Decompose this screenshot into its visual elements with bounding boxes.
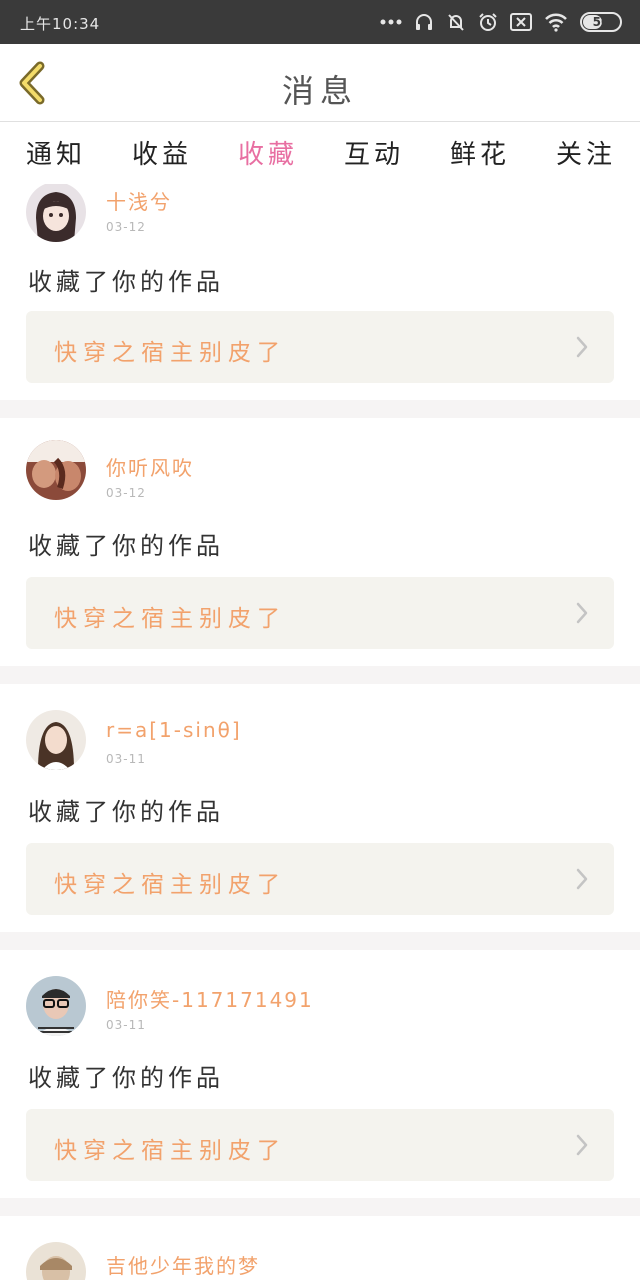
avatar[interactable] [26, 976, 86, 1036]
notification-card: r=a[1-sinθ] 03-11 收藏了你的作品 快穿之宿主别皮了 [0, 684, 640, 932]
avatar[interactable] [26, 440, 86, 500]
work-link[interactable]: 快穿之宿主别皮了 [26, 1109, 614, 1181]
chevron-right-icon [576, 1134, 588, 1156]
tab-favorites-label: 收藏 [237, 140, 298, 170]
notification-card: 吉他少年我的梦 [0, 1216, 640, 1280]
tab-earnings[interactable]: 收益 [122, 134, 202, 174]
post-date: 03-12 [106, 486, 146, 500]
avatar[interactable] [26, 710, 86, 770]
avatar[interactable] [26, 184, 86, 242]
tab-favorites[interactable]: 收藏 [228, 134, 308, 190]
action-text: 收藏了你的作品 [28, 798, 224, 826]
header: 消息 [0, 44, 640, 122]
notification-list[interactable]: 十浅兮 03-12 收藏了你的作品 快穿之宿主别皮了 你听风吹 03-12 收藏… [0, 184, 640, 1280]
more-icon [380, 19, 402, 25]
user-name[interactable]: 陪你笑-117171491 [106, 984, 314, 1013]
muted-bell-icon [448, 14, 464, 31]
alarm-icon [479, 13, 497, 31]
work-title: 快穿之宿主别皮了 [54, 606, 286, 632]
status-time: 上午10:34 [20, 15, 101, 33]
status-bar: 上午10:34 50 [0, 0, 640, 44]
headset-icon [416, 14, 432, 30]
tab-following[interactable]: 关注 [546, 134, 626, 174]
avatar[interactable] [26, 1242, 86, 1280]
chevron-right-icon [576, 868, 588, 890]
user-name[interactable]: 你听风吹 [106, 452, 194, 481]
work-link[interactable]: 快穿之宿主别皮了 [26, 577, 614, 649]
work-title: 快穿之宿主别皮了 [54, 872, 286, 898]
post-date: 03-11 [106, 752, 146, 766]
work-link[interactable]: 快穿之宿主别皮了 [26, 311, 614, 383]
post-date: 03-11 [106, 1018, 146, 1032]
status-icons: 50 [380, 10, 622, 34]
tab-interactions[interactable]: 互动 [334, 134, 414, 174]
notification-card: 十浅兮 03-12 收藏了你的作品 快穿之宿主别皮了 [0, 184, 640, 400]
tab-flowers[interactable]: 鲜花 [440, 134, 520, 174]
work-title: 快穿之宿主别皮了 [54, 1138, 286, 1164]
post-date: 03-12 [106, 220, 146, 234]
user-name[interactable]: 十浅兮 [106, 186, 172, 215]
chevron-right-icon [576, 602, 588, 624]
tab-notifications[interactable]: 通知 [16, 134, 96, 174]
action-text: 收藏了你的作品 [28, 1064, 224, 1092]
user-name[interactable]: r=a[1-sinθ] [106, 718, 242, 742]
battery-level: 50 [592, 15, 610, 29]
sim-off-icon [510, 13, 532, 31]
action-text: 收藏了你的作品 [28, 532, 224, 560]
user-name[interactable]: 吉他少年我的梦 [106, 1250, 260, 1279]
chevron-right-icon [576, 336, 588, 358]
wifi-icon [545, 13, 567, 32]
battery-icon: 50 [580, 12, 622, 32]
work-link[interactable]: 快穿之宿主别皮了 [26, 843, 614, 915]
action-text: 收藏了你的作品 [28, 268, 224, 296]
notification-card: 陪你笑-117171491 03-11 收藏了你的作品 快穿之宿主别皮了 [0, 950, 640, 1198]
notification-card: 你听风吹 03-12 收藏了你的作品 快穿之宿主别皮了 [0, 418, 640, 666]
page-title: 消息 [281, 72, 358, 110]
work-title: 快穿之宿主别皮了 [54, 340, 286, 366]
tab-bar: 通知 收益 收藏 互动 鲜花 关注 [0, 122, 640, 190]
